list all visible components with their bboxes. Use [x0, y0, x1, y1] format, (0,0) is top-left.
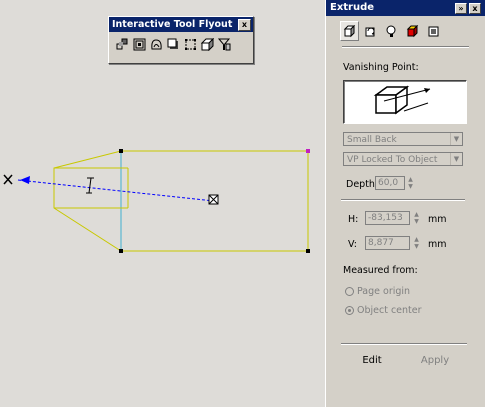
depth-label: Depth:	[346, 179, 379, 190]
flyout-title: Interactive Tool Flyout	[112, 19, 233, 30]
vector-arrow-head	[20, 176, 30, 184]
separator	[341, 199, 465, 201]
edit-button[interactable]: Edit	[343, 346, 401, 376]
extrusion-type-select[interactable]: Small Back ▼	[343, 132, 463, 146]
depth-stepper[interactable]: ▲ ▼	[405, 176, 416, 190]
h-label: H:	[348, 214, 359, 225]
extrude-lighting-tab-icon[interactable]	[382, 21, 401, 41]
extrude-color-tab-icon[interactable]	[403, 21, 422, 41]
envelope-tool-icon[interactable]	[183, 37, 197, 51]
distort-tool-icon[interactable]	[149, 37, 163, 51]
depth-value: 60,0	[378, 178, 399, 188]
v-label: V:	[348, 239, 357, 250]
transparency-tool-icon[interactable]	[217, 37, 231, 51]
measured-from-label: Measured from:	[343, 265, 418, 276]
extrude-tool-icon[interactable]	[200, 37, 214, 51]
drawing-canvas[interactable]: Interactive Tool Flyout x	[0, 0, 325, 407]
flyout-close-button[interactable]: x	[238, 19, 251, 31]
page-origin-label: Page origin	[357, 286, 411, 297]
vanishing-point-mode-select[interactable]: VP Locked To Object ▼	[343, 152, 463, 166]
v-stepper[interactable]: ▲ ▼	[411, 236, 422, 250]
extrude-bevel-tab-icon[interactable]	[424, 21, 443, 41]
vanishing-point-marker[interactable]	[3, 174, 13, 185]
flyout-title-bar[interactable]: Interactive Tool Flyout x	[109, 17, 253, 32]
extrude-outline	[53, 150, 309, 252]
extrusion-type-value: Small Back	[347, 135, 397, 145]
blend-tool-icon[interactable]	[115, 37, 129, 51]
separator	[342, 46, 469, 48]
chevron-down-icon: ▼	[450, 133, 462, 145]
vp-mode-value: VP Locked To Object	[347, 155, 438, 165]
drop-shadow-tool-icon[interactable]	[166, 37, 180, 51]
extrude-rotation-tab-icon[interactable]	[361, 21, 380, 41]
vanishing-vector	[17, 179, 215, 202]
docker-close-button[interactable]: x	[469, 3, 481, 14]
object-center-marker[interactable]	[208, 194, 219, 205]
h-value: -83,153	[368, 213, 403, 223]
docker-title: Extrude	[330, 2, 375, 13]
v-value: 8,877	[368, 238, 394, 248]
docker-title-bar[interactable]: Extrude » x	[326, 0, 485, 16]
contour-tool-icon[interactable]	[132, 37, 146, 51]
chevron-down-icon: ▼	[450, 153, 462, 165]
depth-field[interactable]: 60,0	[375, 176, 405, 190]
interactive-tool-flyout[interactable]: Interactive Tool Flyout x	[108, 16, 254, 64]
object-center-radio[interactable]	[345, 306, 354, 315]
separator	[341, 343, 467, 345]
apply-button[interactable]: Apply	[407, 346, 463, 376]
extrude-tabs	[340, 21, 443, 41]
vp-horizontal-field[interactable]: -83,153	[365, 211, 410, 225]
h-stepper[interactable]: ▲ ▼	[411, 211, 422, 225]
docker-collapse-button[interactable]: »	[455, 3, 467, 14]
h-unit: mm	[428, 214, 447, 225]
vanishing-point-label: Vanishing Point:	[343, 62, 419, 73]
v-unit: mm	[428, 239, 447, 250]
small-back-preview-icon	[373, 85, 431, 115]
object-center-label: Object center	[357, 305, 422, 316]
page-origin-radio[interactable]	[345, 287, 354, 296]
depth-slider-handle[interactable]	[86, 177, 94, 194]
extrude-depth-tab-icon[interactable]	[340, 21, 359, 41]
extrusion-type-preview[interactable]	[343, 80, 467, 124]
vp-vertical-field[interactable]: 8,877	[365, 236, 410, 250]
